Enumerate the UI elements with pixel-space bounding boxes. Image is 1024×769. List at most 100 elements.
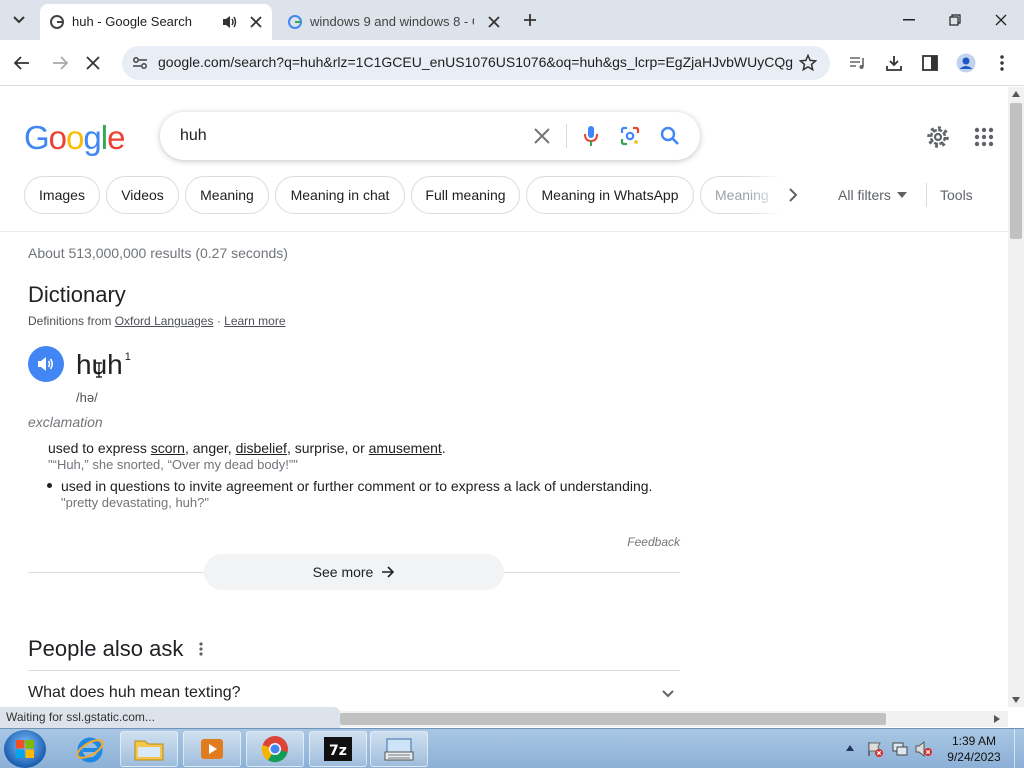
vertical-scrollbar[interactable]	[1008, 87, 1024, 707]
clock-date: 9/24/2023	[947, 750, 1001, 764]
pronounce-button[interactable]	[28, 346, 64, 382]
part-of-speech: exclamation	[28, 414, 103, 430]
search-input[interactable]: huh	[180, 127, 207, 145]
horizontal-scrollbar[interactable]	[340, 711, 1008, 727]
settings-gear-icon[interactable]	[926, 125, 950, 149]
media-controls-button[interactable]	[843, 48, 873, 78]
show-hidden-icons-icon[interactable]	[846, 745, 854, 751]
search-icon[interactable]	[660, 126, 680, 146]
chip-meaning-in-chat[interactable]: Meaning in chat	[275, 176, 405, 214]
svg-text:7z: 7z	[329, 743, 347, 759]
microphone-icon[interactable]	[584, 125, 598, 147]
tools-button[interactable]: Tools	[940, 187, 973, 203]
close-tab-icon[interactable]	[488, 16, 500, 28]
new-tab-button[interactable]	[518, 8, 542, 32]
downloads-button[interactable]	[879, 48, 909, 78]
taskbar-media-player[interactable]	[183, 731, 241, 767]
feedback-link[interactable]: Feedback	[620, 535, 680, 549]
vertical-scroll-thumb[interactable]	[1010, 103, 1022, 239]
taskbar-chrome[interactable]	[246, 731, 304, 767]
close-window-button[interactable]	[978, 0, 1024, 40]
restore-button[interactable]	[932, 0, 978, 40]
tab-windows-search[interactable]: windows 9 and windows 8 - Go	[278, 4, 510, 40]
show-desktop-button[interactable]	[1014, 729, 1024, 769]
speaker-icon[interactable]	[222, 15, 238, 29]
result-stats: About 513,000,000 results (0.27 seconds)	[28, 245, 288, 261]
arrow-right-icon	[382, 566, 395, 578]
oxford-languages-link[interactable]: Oxford Languages	[115, 314, 214, 328]
paa-question[interactable]: What does huh mean texting?	[28, 684, 680, 707]
tab-title: huh - Google Search	[72, 14, 192, 29]
scroll-down-icon[interactable]	[1012, 697, 1020, 703]
minimize-button[interactable]	[886, 0, 932, 40]
profile-icon	[956, 53, 976, 73]
dictionary-source: Definitions from Oxford Languages · Lear…	[28, 314, 286, 328]
definition-2: used in questions to invite agreement or…	[61, 478, 653, 494]
star-icon[interactable]	[799, 54, 817, 72]
action-center-flag-icon[interactable]	[866, 740, 884, 758]
forward-button[interactable]	[45, 48, 75, 78]
learn-more-link[interactable]: Learn more	[224, 314, 285, 328]
chip-images[interactable]: Images	[24, 176, 100, 214]
taskbar-on-screen-keyboard[interactable]	[370, 731, 428, 767]
tab-google-search[interactable]: huh - Google Search	[40, 4, 272, 40]
scroll-right-icon[interactable]	[994, 715, 1000, 723]
close-icon	[995, 14, 1007, 26]
browser-menu-button[interactable]	[987, 48, 1017, 78]
chip-full-meaning[interactable]: Full meaning	[411, 176, 520, 214]
lens-camera-icon[interactable]	[620, 126, 640, 146]
address-url[interactable]: google.com/search?q=huh&rlz=1C1GCEU_enUS…	[158, 54, 794, 70]
all-filters-button[interactable]: All filters	[838, 187, 907, 203]
volume-muted-icon[interactable]	[915, 740, 933, 758]
internet-explorer-icon	[76, 737, 104, 763]
stop-loading-button[interactable]	[78, 48, 108, 78]
headword-superscript: 1	[124, 351, 131, 363]
chevron-right-icon[interactable]	[788, 188, 798, 202]
more-vertical-icon[interactable]	[199, 642, 203, 656]
back-button[interactable]	[7, 48, 37, 78]
7zip-icon: 7z	[324, 737, 352, 761]
def-text: used to express	[48, 440, 151, 456]
search-box[interactable]: huh	[160, 112, 700, 160]
restore-icon	[949, 14, 961, 26]
scroll-up-icon[interactable]	[1012, 91, 1020, 97]
download-icon	[886, 56, 902, 71]
header-divider	[0, 231, 1008, 232]
def-text: , anger,	[184, 440, 236, 456]
divider	[926, 183, 927, 207]
horizontal-scroll-thumb[interactable]	[340, 713, 886, 725]
close-icon	[86, 56, 100, 70]
taskbar-ie[interactable]	[62, 731, 118, 767]
address-bar[interactable]: google.com/search?q=huh&rlz=1C1GCEU_enUS…	[122, 46, 830, 80]
amusement-link[interactable]: amusement	[369, 440, 442, 456]
network-icon[interactable]	[891, 740, 909, 758]
tab-search-button[interactable]	[6, 8, 32, 32]
source-prefix: Definitions from	[28, 314, 112, 328]
windows-logo-icon	[16, 740, 34, 758]
minimize-icon	[903, 19, 915, 21]
chip-videos[interactable]: Videos	[106, 176, 179, 214]
close-tab-icon[interactable]	[250, 16, 262, 28]
apps-grid-icon[interactable]	[974, 127, 994, 147]
google-logo[interactable]: Google	[24, 118, 125, 158]
page-content: Google huh Images Videos Meaning Meaning…	[0, 87, 1008, 707]
dictionary-heading: Dictionary	[28, 282, 126, 307]
all-filters-label: All filters	[838, 187, 891, 203]
divider	[566, 124, 567, 148]
chip-meaning[interactable]: Meaning	[185, 176, 269, 214]
chip-meaning-in-whatsapp[interactable]: Meaning in WhatsApp	[526, 176, 694, 214]
status-bubble: Waiting for ssl.gstatic.com...	[0, 707, 340, 728]
taskbar-file-explorer[interactable]	[120, 731, 178, 767]
profile-button[interactable]	[951, 48, 981, 78]
side-panel-button[interactable]	[915, 48, 945, 78]
taskbar-7zip[interactable]: 7z	[309, 731, 367, 767]
see-more-button[interactable]: See more	[204, 554, 504, 590]
playlist-icon	[850, 57, 864, 69]
disbelief-link[interactable]: disbelief	[236, 440, 287, 456]
start-button[interactable]	[4, 730, 46, 768]
clear-search-icon[interactable]	[534, 128, 550, 144]
site-info-icon[interactable]	[132, 56, 148, 70]
scorn-link[interactable]: scorn	[151, 440, 185, 456]
definition-1-example: "“Huh,” she snorted, “Over my dead body!…	[48, 457, 298, 472]
taskbar-clock[interactable]: 1:39 AM 9/24/2023	[938, 733, 1010, 765]
